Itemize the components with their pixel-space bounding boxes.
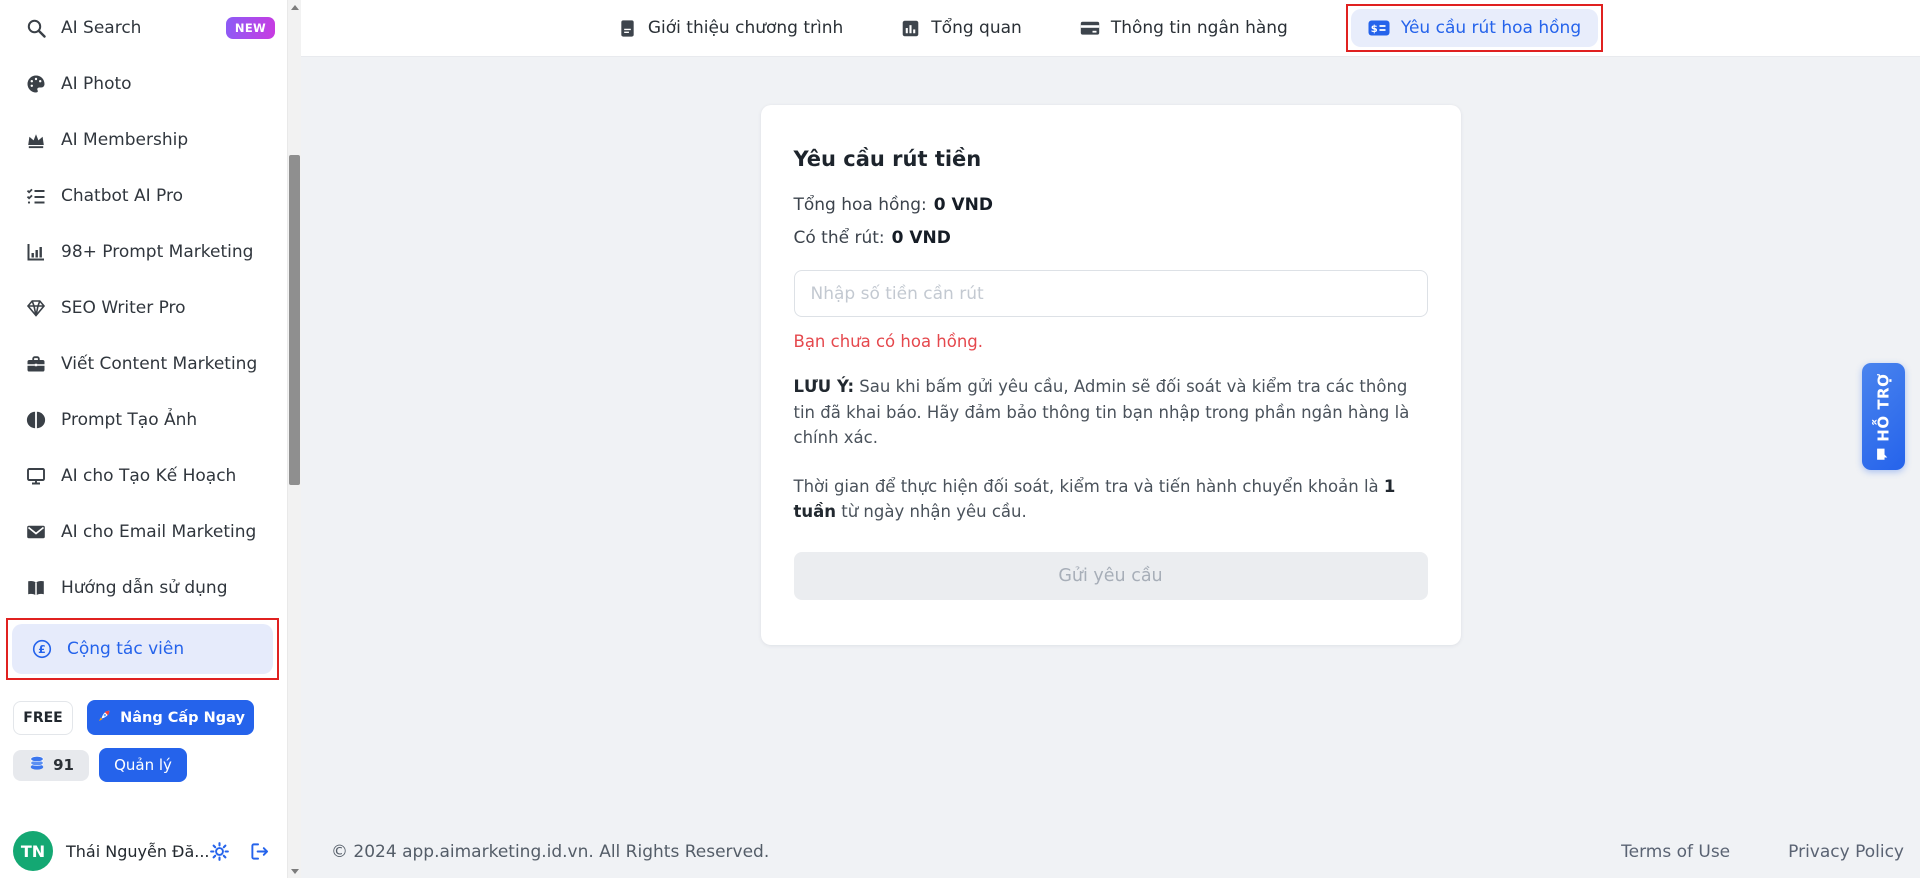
sidebar-nav: AI Search NEW AI Photo AI Membership Chatbot… bbox=[0, 0, 287, 680]
avatar: TN bbox=[13, 831, 53, 871]
coins-icon bbox=[28, 755, 46, 775]
user-row: TN Thái Nguyễn Đă... bbox=[13, 831, 269, 871]
sidebar-item-cong-tac-vien[interactable]: £ Cộng tác viên bbox=[12, 624, 273, 674]
doc-icon bbox=[618, 19, 637, 38]
chart-icon bbox=[901, 19, 920, 38]
sidebar-item-label: Chatbot AI Pro bbox=[61, 186, 183, 206]
crown-icon bbox=[25, 130, 47, 150]
tab-label: Yêu cầu rút hoa hồng bbox=[1401, 18, 1581, 38]
total-commission-value: 0 VND bbox=[934, 195, 993, 215]
card-icon bbox=[1080, 18, 1100, 38]
available-label: Có thể rút: bbox=[794, 228, 885, 248]
tab-thong-tin-ngan-hang[interactable]: Thông tin ngân hàng bbox=[1080, 18, 1288, 38]
content-area: Yêu cầu rút tiền Tổng hoa hồng: 0 VND Có … bbox=[301, 57, 1920, 826]
sidebar-item-viet-content-marketing[interactable]: Viết Content Marketing bbox=[0, 336, 287, 392]
sidebar-item-label: SEO Writer Pro bbox=[61, 298, 186, 318]
credits-count: 91 bbox=[53, 756, 74, 774]
privacy-policy-link[interactable]: Privacy Policy bbox=[1788, 842, 1904, 862]
sidebar-item-label: Viết Content Marketing bbox=[61, 354, 257, 374]
annotation-box-sidebar: £ Cộng tác viên bbox=[6, 618, 279, 680]
tab-gioi-thieu-chuong-trinh[interactable]: Giới thiệu chương trình bbox=[618, 18, 843, 38]
checklist-icon bbox=[25, 186, 47, 206]
sidebar-item-ai-cho-email-marketing[interactable]: AI cho Email Marketing bbox=[0, 504, 287, 560]
note-paragraph-2: Thời gian để thực hiện đối soát, kiểm tr… bbox=[794, 474, 1428, 525]
book-icon bbox=[25, 578, 47, 598]
support-label: HỖ TRỢ bbox=[1875, 373, 1893, 441]
search-icon bbox=[25, 18, 47, 38]
sidebar-item-label: AI Search bbox=[61, 18, 141, 38]
tab-yeu-cau-rut-hoa-hong[interactable]: $ Yêu cầu rút hoa hồng bbox=[1351, 9, 1598, 47]
sidebar-item-prompt-tao-anh[interactable]: Prompt Tạo Ảnh bbox=[0, 392, 287, 448]
tab-label: Thông tin ngân hàng bbox=[1111, 18, 1288, 38]
support-button[interactable]: HỖ TRỢ bbox=[1862, 363, 1905, 470]
card-title: Yêu cầu rút tiền bbox=[794, 147, 1428, 171]
pound-icon: £ bbox=[31, 639, 53, 659]
sidebar-item-chatbot-ai-pro[interactable]: Chatbot AI Pro bbox=[0, 168, 287, 224]
bar-chart-icon bbox=[25, 242, 47, 262]
available-row: Có thể rút: 0 VND bbox=[794, 228, 1428, 248]
sidebar-item-label: Hướng dẫn sử dụng bbox=[61, 578, 227, 598]
terms-of-use-link[interactable]: Terms of Use bbox=[1621, 842, 1730, 862]
sidebar-item-98-prompt-marketing[interactable]: 98+ Prompt Marketing bbox=[0, 224, 287, 280]
svg-text:$: $ bbox=[1371, 24, 1378, 35]
copyright-text: © 2024 app.aimarketing.id.vn. All Rights… bbox=[331, 842, 769, 862]
money-check-icon: $ bbox=[1368, 19, 1390, 37]
sidebar-item-label: AI cho Email Marketing bbox=[61, 522, 256, 542]
footer-links: Terms of Use Privacy Policy bbox=[1621, 842, 1904, 862]
scrollbar-down-arrow[interactable] bbox=[288, 864, 301, 878]
brain-icon bbox=[25, 410, 47, 430]
sidebar-scrollbar[interactable] bbox=[287, 0, 301, 878]
logout-icon[interactable] bbox=[250, 842, 269, 861]
sidebar-item-seo-writer-pro[interactable]: SEO Writer Pro bbox=[0, 280, 287, 336]
sidebar-item-label: Prompt Tạo Ảnh bbox=[61, 410, 197, 430]
briefcase-icon bbox=[25, 354, 47, 374]
plan-row: FREE Nâng Cấp Ngay bbox=[13, 700, 254, 735]
sidebar-item-ai-membership[interactable]: AI Membership bbox=[0, 112, 287, 168]
rocket-icon bbox=[96, 708, 112, 728]
sidebar-item-label: AI cho Tạo Kế Hoạch bbox=[61, 466, 236, 486]
sidebar-item-ai-cho-tao-ke-hoach[interactable]: AI cho Tạo Kế Hoạch bbox=[0, 448, 287, 504]
upgrade-button[interactable]: Nâng Cấp Ngay bbox=[87, 700, 254, 735]
total-commission-row: Tổng hoa hồng: 0 VND bbox=[794, 195, 1428, 215]
withdraw-amount-input[interactable] bbox=[794, 270, 1428, 317]
scrollbar-up-arrow[interactable] bbox=[288, 0, 301, 14]
note-paragraph-1: LƯU Ý: Sau khi bấm gửi yêu cầu, Admin sẽ… bbox=[794, 374, 1428, 451]
palette-icon bbox=[25, 74, 47, 94]
credits-row: 91 Quản lý bbox=[13, 748, 187, 782]
sidebar: AI Search NEW AI Photo AI Membership Chatbot… bbox=[0, 0, 287, 878]
diamond-icon bbox=[25, 298, 47, 318]
sidebar-item-label: 98+ Prompt Marketing bbox=[61, 242, 253, 262]
new-badge: NEW bbox=[226, 17, 275, 39]
upgrade-label: Nâng Cấp Ngay bbox=[120, 710, 245, 726]
tab-tong-quan[interactable]: Tổng quan bbox=[901, 18, 1022, 38]
scrollbar-thumb[interactable] bbox=[289, 155, 300, 485]
sidebar-item-label: Cộng tác viên bbox=[67, 639, 184, 659]
sidebar-item-ai-photo[interactable]: AI Photo bbox=[0, 56, 287, 112]
annotation-box-tab: $ Yêu cầu rút hoa hồng bbox=[1346, 4, 1603, 52]
sidebar-item-label: AI Photo bbox=[61, 74, 132, 94]
manage-button[interactable]: Quản lý bbox=[99, 748, 187, 782]
submit-request-button[interactable]: Gửi yêu cầu bbox=[794, 552, 1428, 600]
app-window: AI Search NEW AI Photo AI Membership Chatbot… bbox=[0, 0, 1920, 878]
credits-pill[interactable]: 91 bbox=[13, 750, 89, 781]
tab-label: Tổng quan bbox=[931, 18, 1022, 38]
tab-bar: Giới thiệu chương trình Tổng quan Thông ti… bbox=[301, 0, 1920, 57]
total-commission-label: Tổng hoa hồng: bbox=[794, 195, 927, 215]
footer: © 2024 app.aimarketing.id.vn. All Rights… bbox=[301, 826, 1920, 878]
envelope-icon bbox=[25, 522, 47, 542]
plan-badge[interactable]: FREE bbox=[13, 701, 73, 735]
tab-label: Giới thiệu chương trình bbox=[648, 18, 843, 38]
chat-bubble-icon bbox=[1875, 447, 1893, 460]
svg-text:£: £ bbox=[38, 643, 46, 656]
username: Thái Nguyễn Đă... bbox=[66, 842, 210, 861]
sidebar-item-ai-search[interactable]: AI Search NEW bbox=[0, 0, 287, 56]
main-area: Giới thiệu chương trình Tổng quan Thông ti… bbox=[301, 0, 1920, 878]
withdraw-request-card: Yêu cầu rút tiền Tổng hoa hồng: 0 VND Có … bbox=[761, 105, 1461, 645]
settings-gear-icon[interactable] bbox=[210, 842, 229, 861]
monitor-icon bbox=[25, 466, 47, 486]
available-value: 0 VND bbox=[892, 228, 951, 248]
no-commission-error: Bạn chưa có hoa hồng. bbox=[794, 332, 1428, 351]
sidebar-item-label: AI Membership bbox=[61, 130, 188, 150]
sidebar-item-huong-dan-su-dung[interactable]: Hướng dẫn sử dụng bbox=[0, 560, 287, 616]
